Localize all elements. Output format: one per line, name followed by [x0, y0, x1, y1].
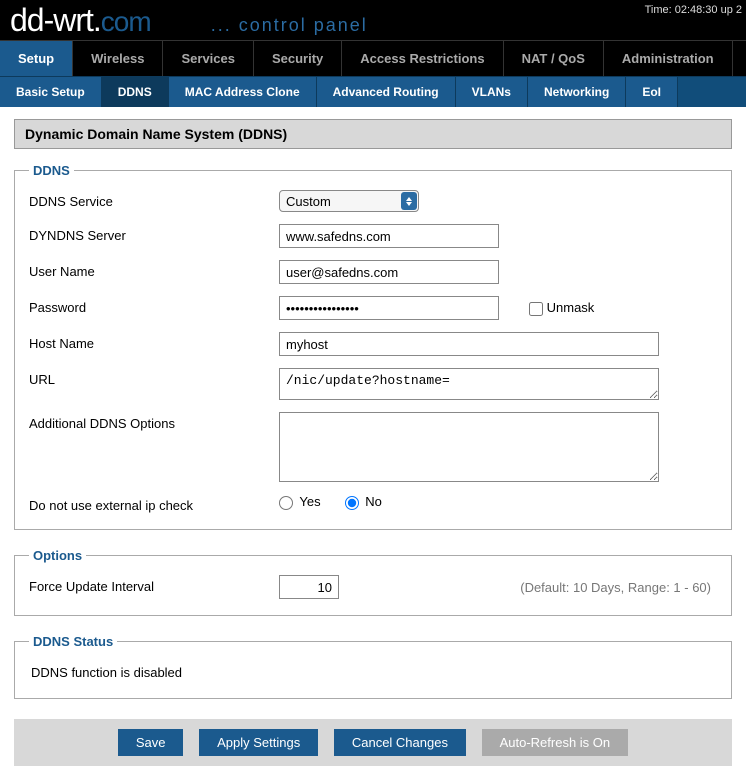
tab-access-restrictions[interactable]: Access Restrictions	[342, 41, 503, 76]
content: Dynamic Domain Name System (DDNS) DDNS D…	[0, 107, 746, 778]
logo-main: dd-wrt	[10, 2, 93, 39]
radio-no-wrap[interactable]: No	[345, 494, 382, 510]
unmask-wrap[interactable]: Unmask	[529, 300, 594, 316]
auto-refresh-button[interactable]: Auto-Refresh is On	[482, 729, 629, 756]
radio-no[interactable]	[345, 496, 359, 510]
radio-yes[interactable]	[279, 496, 293, 510]
sub-tabs: Basic Setup DDNS MAC Address Clone Advan…	[0, 76, 746, 107]
row-password: Password Unmask	[29, 296, 717, 320]
status-text: DDNS function is disabled	[29, 661, 717, 682]
label-force-update-interval: Force Update Interval	[29, 575, 279, 594]
label-no: No	[365, 494, 382, 509]
label-password: Password	[29, 296, 279, 315]
logo-com: com	[101, 6, 151, 38]
main-tabs: Setup Wireless Services Security Access …	[0, 40, 746, 76]
row-url: URL /nic/update?hostname=	[29, 368, 717, 400]
select-ddns-service[interactable]: Custom	[279, 190, 419, 212]
logo-dot: .	[93, 2, 101, 39]
ddns-fieldset: DDNS DDNS Service Custom DYNDNS Server U…	[14, 163, 732, 530]
label-hostname: Host Name	[29, 332, 279, 351]
label-unmask: Unmask	[547, 300, 595, 315]
input-hostname[interactable]	[279, 332, 659, 356]
label-url: URL	[29, 368, 279, 387]
textarea-additional-options[interactable]	[279, 412, 659, 482]
ddns-legend: DDNS	[29, 163, 74, 178]
label-username: User Name	[29, 260, 279, 279]
radio-yes-wrap[interactable]: Yes	[279, 494, 321, 510]
button-bar: Save Apply Settings Cancel Changes Auto-…	[14, 719, 732, 766]
label-ddns-service: DDNS Service	[29, 190, 279, 209]
textarea-url[interactable]: /nic/update?hostname=	[279, 368, 659, 400]
row-ddns-service: DDNS Service Custom	[29, 190, 717, 212]
logo: dd-wrt.com ... control panel	[10, 0, 736, 39]
subtab-ddns[interactable]: DDNS	[102, 77, 169, 107]
input-username[interactable]	[279, 260, 499, 284]
input-dyndns-server[interactable]	[279, 224, 499, 248]
subtab-advanced-routing[interactable]: Advanced Routing	[317, 77, 456, 107]
label-additional-options: Additional DDNS Options	[29, 412, 279, 431]
status-legend: DDNS Status	[29, 634, 117, 649]
row-additional-options: Additional DDNS Options	[29, 412, 717, 482]
subtab-basic-setup[interactable]: Basic Setup	[0, 77, 102, 107]
checkbox-unmask[interactable]	[529, 302, 543, 316]
cancel-changes-button[interactable]: Cancel Changes	[334, 729, 466, 756]
subtab-vlans[interactable]: VLANs	[456, 77, 528, 107]
row-force-update-interval: Force Update Interval (Default: 10 Days,…	[29, 575, 717, 599]
input-force-update-interval[interactable]	[279, 575, 339, 599]
input-password[interactable]	[279, 296, 499, 320]
apply-settings-button[interactable]: Apply Settings	[199, 729, 318, 756]
tab-nat-qos[interactable]: NAT / QoS	[504, 41, 604, 76]
tab-setup[interactable]: Setup	[0, 41, 73, 76]
tab-security[interactable]: Security	[254, 41, 342, 76]
row-username: User Name	[29, 260, 717, 284]
subtab-eoi[interactable]: EoI	[626, 77, 678, 107]
subtab-mac-clone[interactable]: MAC Address Clone	[169, 77, 317, 107]
options-fieldset: Options Force Update Interval (Default: …	[14, 548, 732, 616]
label-dyndns-server: DYNDNS Server	[29, 224, 279, 243]
row-dyndns-server: DYNDNS Server	[29, 224, 717, 248]
label-external-ip-check: Do not use external ip check	[29, 494, 279, 513]
tab-administration[interactable]: Administration	[604, 41, 733, 76]
row-external-ip-check: Do not use external ip check Yes No	[29, 494, 717, 513]
logo-subtitle: ... control panel	[211, 15, 368, 36]
header: Time: 02:48:30 up 2 dd-wrt.com ... contr…	[0, 0, 746, 40]
subtab-networking[interactable]: Networking	[528, 77, 626, 107]
time-text: Time: 02:48:30 up 2	[645, 4, 742, 16]
section-title: Dynamic Domain Name System (DDNS)	[14, 119, 732, 149]
tab-services[interactable]: Services	[163, 41, 254, 76]
status-fieldset: DDNS Status DDNS function is disabled	[14, 634, 732, 699]
label-yes: Yes	[299, 494, 320, 509]
row-hostname: Host Name	[29, 332, 717, 356]
interval-hint: (Default: 10 Days, Range: 1 - 60)	[520, 580, 717, 595]
save-button[interactable]: Save	[118, 729, 184, 756]
options-legend: Options	[29, 548, 86, 563]
tab-wireless[interactable]: Wireless	[73, 41, 163, 76]
